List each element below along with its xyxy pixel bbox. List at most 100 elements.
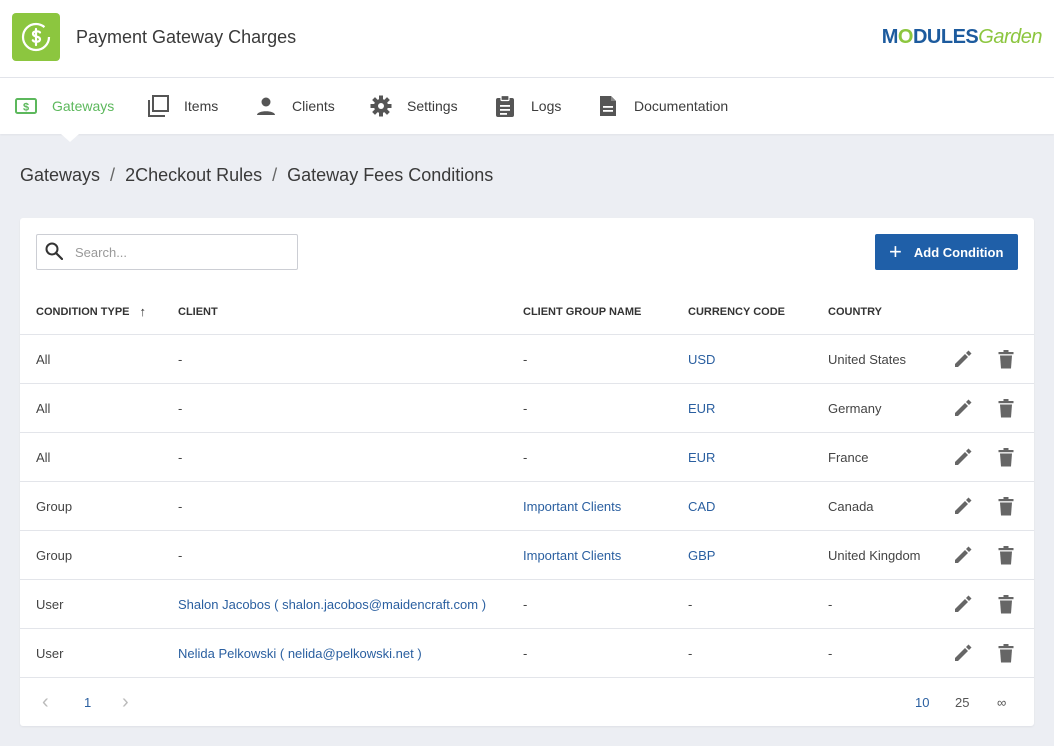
- cell-currency[interactable]: CAD: [688, 482, 715, 531]
- edit-button[interactable]: [951, 543, 975, 567]
- nav-label: Logs: [531, 98, 562, 114]
- nav-label: Settings: [407, 98, 458, 114]
- cell-currency[interactable]: EUR: [688, 433, 715, 482]
- breadcrumb-gateways[interactable]: Gateways: [20, 165, 100, 186]
- pencil-icon: [955, 399, 972, 416]
- column-currency-code[interactable]: Currency Code: [688, 288, 785, 335]
- cell-condition-type: User: [36, 597, 64, 612]
- column-client[interactable]: Client: [178, 288, 218, 335]
- trash-icon: [998, 349, 1014, 368]
- trash-icon: [998, 447, 1014, 466]
- breadcrumb-separator: /: [110, 165, 116, 185]
- table-row: Group - Important Clients GBP United Kin…: [20, 531, 1034, 580]
- app-title: Payment Gateway Charges: [76, 27, 297, 47]
- cell-client[interactable]: Nelida Pelkowski ( nelida@pelkowski.net …: [178, 629, 422, 678]
- cell-client: -: [178, 450, 183, 465]
- cell-client-group[interactable]: Important Clients: [523, 482, 621, 531]
- cell-country: Canada: [828, 499, 874, 514]
- breadcrumb-2checkout-rules[interactable]: 2Checkout Rules: [125, 165, 262, 186]
- page-1-button[interactable]: 1: [84, 678, 91, 726]
- column-country[interactable]: Country: [828, 288, 882, 335]
- search-input[interactable]: [75, 244, 275, 260]
- cell-country: -: [828, 646, 833, 661]
- delete-button[interactable]: [994, 592, 1018, 616]
- pencil-icon: [955, 546, 972, 563]
- table-row: All - - USD United States: [20, 335, 1034, 384]
- cell-currency[interactable]: USD: [688, 335, 715, 384]
- cell-country: United States: [828, 352, 907, 367]
- add-condition-button[interactable]: + Add Condition: [875, 234, 1018, 270]
- edit-button[interactable]: [951, 396, 975, 420]
- nav-settings[interactable]: Settings: [369, 78, 458, 134]
- breadcrumb: Gateways / 2Checkout Rules / Gateway Fee…: [20, 165, 493, 186]
- delete-button[interactable]: [994, 641, 1018, 665]
- trash-icon: [998, 398, 1014, 417]
- nav-clients[interactable]: Clients: [254, 78, 335, 134]
- table-row: All - - EUR France: [20, 433, 1034, 482]
- cell-currency[interactable]: EUR: [688, 384, 715, 433]
- gear-icon: [369, 94, 393, 118]
- cell-client[interactable]: Shalon Jacobos ( shalon.jacobos@maidencr…: [178, 580, 486, 629]
- nav-label: Clients: [292, 98, 335, 114]
- column-condition-type[interactable]: Condition Type ↑: [36, 288, 146, 335]
- search-icon: [45, 242, 64, 263]
- delete-button[interactable]: [994, 445, 1018, 469]
- column-client-group-name[interactable]: Client Group Name: [523, 288, 641, 335]
- cell-client-group: -: [523, 646, 528, 661]
- table-row: All - - EUR Germany: [20, 384, 1034, 433]
- delete-button[interactable]: [994, 543, 1018, 567]
- cell-country: France: [828, 450, 869, 465]
- cell-client-group: -: [523, 597, 528, 612]
- main-nav: $ Gateways Items Clients Settings Logs D…: [0, 78, 1054, 142]
- cell-client: -: [178, 548, 183, 563]
- edit-button[interactable]: [951, 347, 975, 371]
- page-size-all[interactable]: ∞: [997, 678, 1006, 726]
- nav-items[interactable]: Items: [146, 78, 218, 134]
- cell-client-group: -: [523, 401, 528, 416]
- table-row: User Shalon Jacobos ( shalon.jacobos@mai…: [20, 580, 1034, 629]
- trash-icon: [998, 496, 1014, 515]
- edit-button[interactable]: [951, 641, 975, 665]
- money-icon: $: [14, 94, 38, 118]
- cell-client: -: [178, 352, 183, 367]
- pencil-icon: [955, 595, 972, 612]
- delete-button[interactable]: [994, 396, 1018, 420]
- cell-currency: -: [688, 646, 693, 661]
- search-box: [36, 234, 298, 270]
- next-page-button[interactable]: ›: [122, 678, 129, 726]
- edit-button[interactable]: [951, 445, 975, 469]
- add-condition-label: Add Condition: [913, 244, 1004, 260]
- page-size-25[interactable]: 25: [955, 678, 969, 726]
- delete-button[interactable]: [994, 494, 1018, 518]
- nav-documentation[interactable]: Documentation: [596, 78, 728, 134]
- edit-button[interactable]: [951, 592, 975, 616]
- sort-arrow-up-icon: ↑: [139, 304, 147, 319]
- table-header: Condition Type ↑ Client Client Group Nam…: [20, 288, 1034, 335]
- cell-country: -: [828, 597, 833, 612]
- active-tab-caret: [61, 134, 79, 142]
- delete-button[interactable]: [994, 347, 1018, 371]
- top-header: Payment Gateway Charges MODULESGarden: [0, 0, 1054, 78]
- cell-client-group[interactable]: Important Clients: [523, 531, 621, 580]
- pencil-icon: [955, 448, 972, 465]
- cell-condition-type: Group: [36, 499, 73, 514]
- modulesgarden-logo: MODULESGarden: [881, 26, 1043, 48]
- cell-condition-type: User: [36, 646, 64, 661]
- cell-client-group: -: [523, 450, 528, 465]
- prev-page-button[interactable]: ‹: [42, 678, 49, 726]
- pencil-icon: [955, 497, 972, 514]
- app-logo-icon: [12, 13, 60, 61]
- person-icon: [254, 94, 278, 118]
- nav-logs[interactable]: Logs: [493, 78, 561, 134]
- cell-client: -: [178, 499, 183, 514]
- nav-gateways[interactable]: $ Gateways: [14, 78, 114, 134]
- edit-button[interactable]: [951, 494, 975, 518]
- svg-text:$: $: [23, 102, 29, 114]
- table-row: Group - Important Clients CAD Canada: [20, 482, 1034, 531]
- page-size-10[interactable]: 10: [915, 678, 929, 726]
- pencil-icon: [955, 644, 972, 661]
- cell-currency[interactable]: GBP: [688, 531, 715, 580]
- trash-icon: [998, 643, 1014, 662]
- clipboard-icon: [493, 94, 517, 118]
- nav-label: Gateways: [52, 98, 115, 114]
